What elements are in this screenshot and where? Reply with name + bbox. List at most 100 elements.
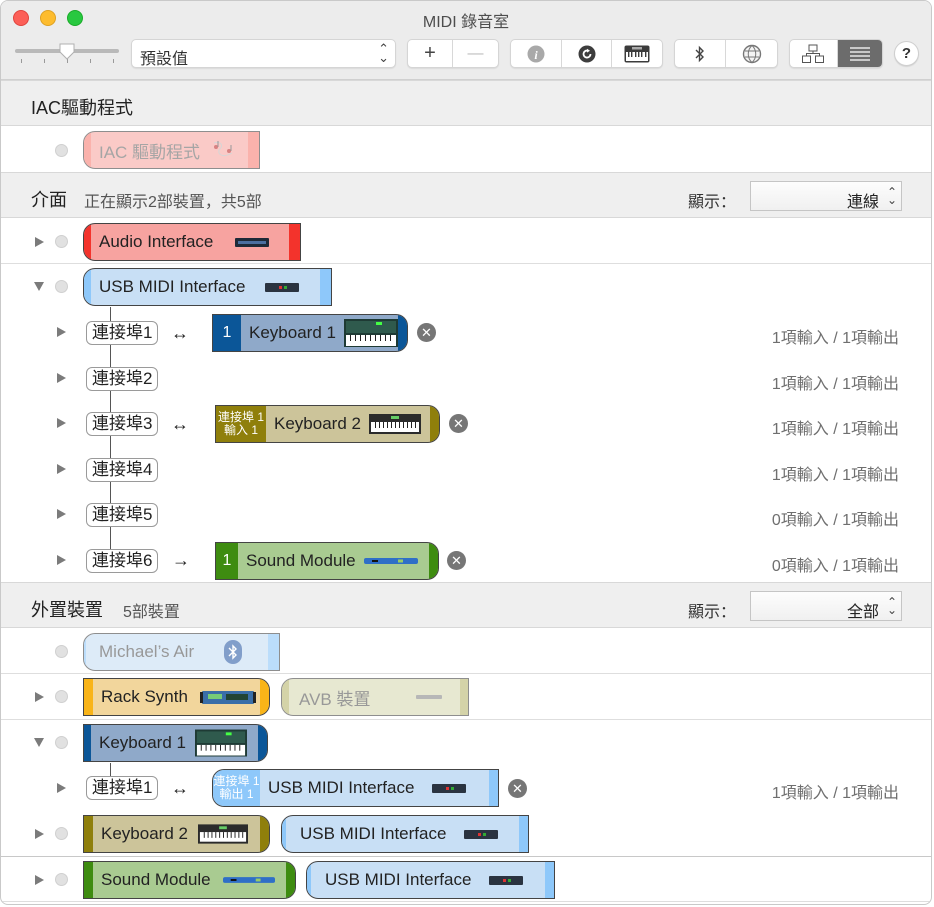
show-filter-value: 連線 xyxy=(846,194,879,211)
device-status-dot xyxy=(55,280,68,293)
sound-module-icon xyxy=(222,877,275,883)
bidirectional-arrow-icon: ↔ xyxy=(171,778,189,798)
add-remove-segment: + — xyxy=(407,39,499,68)
port-io-count: 1項輸入 / 1項輸出 xyxy=(771,330,899,347)
disclosure-triangle[interactable] xyxy=(57,555,66,565)
section-subtitle-external: 5部裝置 xyxy=(123,604,180,621)
section-header-interfaces: 介面 正在顯示2部裝置，共5部 顯示： 連線 ⌃ ⌄ xyxy=(1,172,931,218)
help-button[interactable]: ? xyxy=(894,41,919,66)
disclosure-triangle[interactable] xyxy=(57,327,66,337)
device-chip-usb-midi-interface[interactable]: USB MIDI Interface xyxy=(83,268,332,306)
section-title-interfaces: 介面 xyxy=(31,190,67,210)
section-subtitle-interfaces: 正在顯示2部裝置，共5部 xyxy=(84,194,262,211)
device-name: Keyboard 2 xyxy=(101,824,188,843)
configuration-value: 預設值 xyxy=(140,51,189,68)
test-setup-button[interactable] xyxy=(612,40,662,67)
device-chip-michaels-air[interactable]: Michael’s Air xyxy=(83,633,280,671)
device-name: Rack Synth xyxy=(101,687,188,706)
hierarchy-view-icon xyxy=(802,44,825,63)
device-name: IAC 驅動程式 xyxy=(99,142,201,162)
section-header-external: 外置裝置 5部裝置 顯示： 全部 ⌃ ⌄ xyxy=(1,582,931,628)
disclosure-triangle[interactable] xyxy=(34,282,44,291)
connection-chip-keyboard-2[interactable]: 連接埠 1 輸入 1 Keyboard 2 xyxy=(215,405,440,443)
port-io-count: 0項輸入 / 1項輸出 xyxy=(771,512,899,529)
icon-size-slider[interactable] xyxy=(15,43,119,65)
device-chip-usb-midi-interface[interactable]: USB MIDI Interface xyxy=(281,815,529,853)
device-name: Audio Interface xyxy=(99,232,214,251)
rescan-midi-button[interactable] xyxy=(562,40,612,67)
device-name: USB MIDI Interface xyxy=(300,824,447,843)
sound-module-icon xyxy=(363,558,418,564)
disclosure-triangle[interactable] xyxy=(57,464,66,474)
section-title-iac: IAC驅動程式 xyxy=(31,98,134,118)
chevron-updown-icon: ⌃ ⌄ xyxy=(886,595,897,617)
device-chip-rack-synth[interactable]: Rack Synth xyxy=(83,678,270,716)
configuration-select[interactable]: 預設值 ⌃ ⌄ xyxy=(131,39,396,68)
port-io-count: 1項輸入 / 1項輸出 xyxy=(771,376,899,393)
port-label[interactable]: 連接埠2 xyxy=(86,367,159,391)
view-mode-segment xyxy=(789,39,883,68)
device-actions-segment: i xyxy=(510,39,663,68)
midi-interface-icon xyxy=(464,830,499,839)
connection-chip-keyboard-1[interactable]: 1 Keyboard 1 xyxy=(212,314,408,352)
port-label[interactable]: 連接埠5 xyxy=(86,503,159,527)
chevron-updown-icon: ⌃ ⌄ xyxy=(378,41,389,65)
device-status-dot xyxy=(55,736,68,749)
port-label[interactable]: 連接埠6 xyxy=(86,549,159,573)
list-view-button[interactable] xyxy=(837,40,882,67)
port-label[interactable]: 連接埠1 xyxy=(86,776,159,800)
show-filter-value: 全部 xyxy=(846,604,879,621)
remove-circle-icon[interactable]: ✕ xyxy=(417,323,436,342)
port-tag: 連接埠 1 輸入 1 xyxy=(216,406,266,442)
disclosure-triangle[interactable] xyxy=(57,373,66,383)
device-status-dot xyxy=(55,235,68,248)
port-label[interactable]: 連接埠3 xyxy=(86,412,159,436)
disclosure-triangle[interactable] xyxy=(57,509,66,519)
remove-circle-icon[interactable]: ✕ xyxy=(508,779,527,798)
hierarchy-view-button[interactable] xyxy=(790,40,838,67)
port-io-count: 1項輸入 / 1項輸出 xyxy=(771,785,899,802)
chevron-updown-icon: ⌃ ⌄ xyxy=(886,185,897,207)
device-status-dot xyxy=(55,645,68,658)
port-label[interactable]: 連接埠1 xyxy=(86,321,159,345)
device-status-dot xyxy=(55,144,68,157)
port-label[interactable]: 連接埠4 xyxy=(86,458,159,482)
device-name: USB MIDI Interface xyxy=(325,870,472,889)
connection-chip-sound-module[interactable]: 1 Sound Module xyxy=(215,542,439,580)
disclosure-triangle[interactable] xyxy=(35,875,44,885)
port-number-tag: 1 xyxy=(213,315,241,351)
port-tag: 連接埠 1 輸出 1 xyxy=(213,770,260,806)
device-chip-audio-interface[interactable]: Audio Interface xyxy=(83,223,301,261)
remove-circle-icon[interactable]: ✕ xyxy=(449,414,468,433)
disclosure-triangle[interactable] xyxy=(35,692,44,702)
info-button[interactable]: i xyxy=(511,40,563,67)
device-status-dot xyxy=(55,690,68,703)
remove-device-button[interactable]: — xyxy=(453,40,498,67)
show-filter-label: 顯示： xyxy=(688,604,737,621)
disclosure-triangle[interactable] xyxy=(35,237,44,247)
interfaces-show-filter-select[interactable]: 連線 ⌃ ⌄ xyxy=(750,181,902,211)
minus-icon: — xyxy=(467,44,484,62)
toolbar: MIDI 錄音室 預設值 ⌃ ⌄ + — i ? xyxy=(1,1,931,80)
disclosure-triangle[interactable] xyxy=(57,783,66,793)
keyboard-icon xyxy=(197,824,248,844)
right-arrow-icon: → xyxy=(172,550,190,570)
device-chip-iac-driver[interactable]: IAC 驅動程式 xyxy=(83,131,260,169)
device-chip-keyboard-2[interactable]: Keyboard 2 xyxy=(83,815,270,853)
disclosure-triangle[interactable] xyxy=(34,738,44,747)
bluetooth-config-button[interactable] xyxy=(675,40,727,67)
midi-interface-icon xyxy=(265,283,300,292)
connection-chip-usb-midi-interface[interactable]: 連接埠 1 輸出 1 USB MIDI Interface xyxy=(212,769,499,807)
disclosure-triangle[interactable] xyxy=(35,829,44,839)
external-show-filter-select[interactable]: 全部 ⌃ ⌄ xyxy=(750,591,902,621)
network-config-button[interactable] xyxy=(726,40,777,67)
disclosure-triangle[interactable] xyxy=(57,418,66,428)
device-chip-keyboard-1[interactable]: Keyboard 1 xyxy=(83,724,268,762)
device-chip-sound-module[interactable]: Sound Module xyxy=(83,861,296,899)
add-device-button[interactable]: + xyxy=(408,40,454,67)
bidirectional-arrow-icon: ↔ xyxy=(171,323,189,343)
remove-circle-icon[interactable]: ✕ xyxy=(447,551,466,570)
device-chip-avb-device[interactable]: AVB 裝置 xyxy=(281,678,469,716)
device-chip-usb-midi-interface[interactable]: USB MIDI Interface xyxy=(306,861,555,899)
midi-interface-icon xyxy=(432,784,467,793)
